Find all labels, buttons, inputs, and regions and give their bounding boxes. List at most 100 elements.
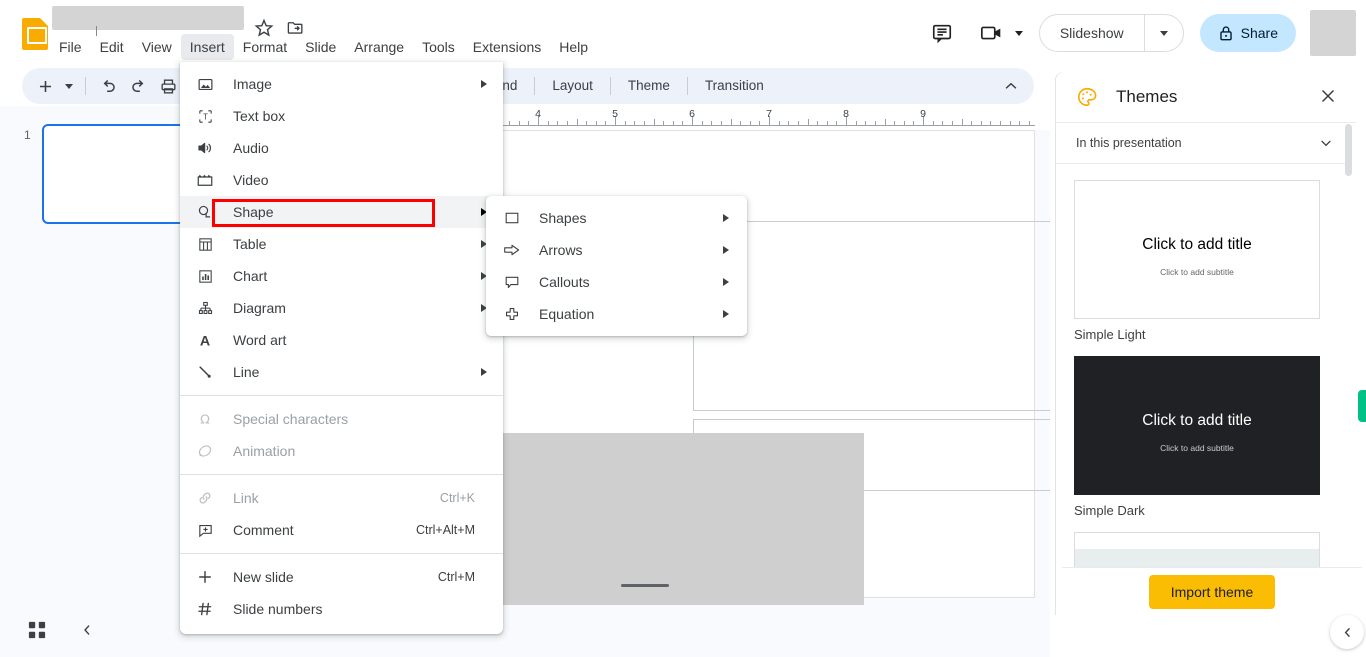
menu-item-new-slide[interactable]: New slide Ctrl+M [180,561,503,593]
close-icon[interactable] [1318,86,1340,108]
submenu-arrow-icon [723,278,729,286]
menu-item-slide-numbers[interactable]: Slide numbers [180,593,503,625]
menu-item-video[interactable]: Video [180,164,503,196]
comment-history-icon[interactable] [923,14,961,52]
theme-thumbnail[interactable]: Click to add title Click to add subtitle [1074,180,1320,319]
menu-item-image[interactable]: Image [180,68,503,100]
menu-slide[interactable]: Slide [296,34,345,60]
submenu-item-equation[interactable]: Equation [486,298,747,330]
menu-file[interactable]: File [50,34,91,60]
document-title-input[interactable] [52,6,244,30]
menu-item-label: Slide numbers [233,601,323,617]
menu-item-animation[interactable]: Animation [180,435,503,467]
menu-item-line[interactable]: Line [180,356,503,388]
ruler-tick [702,121,703,125]
submenu-item-callouts[interactable]: Callouts [486,266,747,298]
menu-format[interactable]: Format [234,34,296,60]
shape-submenu: Shapes Arrows Callouts Equation [486,196,747,336]
ruler-tick [528,121,529,125]
svg-text:Ω: Ω [200,413,210,428]
theme-item-simple-light[interactable]: Click to add title Click to add subtitle… [1074,180,1320,342]
redo-button[interactable] [123,71,153,101]
menu-arrange[interactable]: Arrange [345,34,413,60]
menu-item-label: Video [233,172,269,188]
menu-help[interactable]: Help [550,34,597,60]
ruler-tick [548,121,549,125]
textbox-icon: T [194,105,216,127]
add-comment-icon [194,519,216,541]
themes-card: Themes In this presentation Click to add… [1056,72,1362,615]
menu-tools[interactable]: Tools [413,34,464,60]
submenu-arrow-icon [481,80,487,88]
menu-item-table[interactable]: Table [180,228,503,260]
svg-text:A: A [200,333,210,349]
menu-item-word-art[interactable]: A Word art [180,324,503,356]
theme-name-label: Simple Light [1074,327,1146,342]
toolbar-transition-button[interactable]: Transition [695,71,774,101]
menu-item-link[interactable]: Link Ctrl+K [180,482,503,514]
grid-view-icon[interactable] [24,617,50,643]
toolbar-theme-button[interactable]: Theme [618,71,680,101]
toolbar-layout-button[interactable]: Layout [542,71,603,101]
import-theme-button[interactable]: Import theme [1148,574,1276,609]
submenu-item-shapes[interactable]: Shapes [486,202,747,234]
share-button[interactable]: Share [1199,14,1296,52]
ruler-tick [913,121,914,125]
video-camera-icon[interactable] [973,14,1011,52]
menu-separator [180,553,503,554]
menu-extensions[interactable]: Extensions [464,34,550,60]
collapse-right-panel-button[interactable] [1330,615,1364,649]
menu-view[interactable]: View [133,34,181,60]
meet-button[interactable] [973,14,1023,52]
menu-item-shape[interactable]: Shape [180,196,503,228]
submenu-item-arrows[interactable]: Arrows [486,234,747,266]
image-icon [194,73,216,95]
ruler-tick [933,121,934,125]
menu-separator [180,395,503,396]
divider [85,77,86,95]
menu-item-label: Audio [233,140,269,156]
menu-item-comment[interactable]: Comment Ctrl+Alt+M [180,514,503,546]
menu-item-label: Line [233,364,260,380]
chevron-down-icon[interactable] [1014,30,1023,36]
slideshow-button[interactable]: Slideshow [1040,15,1144,51]
ruler-tick [962,119,963,125]
menu-item-text-box[interactable]: T Text box [180,100,503,132]
canvas-resize-handle[interactable] [621,584,669,587]
slideshow-options-button[interactable] [1145,15,1183,51]
ruler-tick [519,121,520,125]
menu-insert[interactable]: Insert [180,34,234,60]
ruler-tick [586,121,587,125]
audio-icon [194,137,216,159]
menu-item-audio[interactable]: Audio [180,132,503,164]
side-accent-tab[interactable] [1358,390,1366,422]
ruler-tick [971,121,972,125]
menu-item-chart[interactable]: Chart [180,260,503,292]
ruler-tick-label: 4 [535,108,541,120]
divider [686,77,688,95]
theme-thumb-topbar [1075,533,1319,549]
collapse-toolbar-button[interactable] [1002,77,1020,95]
new-slide-dropdown[interactable] [60,71,78,101]
submenu-arrow-icon [481,368,487,376]
undo-button[interactable] [93,71,123,101]
slide-thumbnail-1[interactable] [42,124,202,224]
ruler-tick [577,119,578,125]
hash-icon [194,598,216,620]
collapse-filmstrip-button[interactable] [74,617,100,643]
new-slide-button[interactable] [30,71,60,101]
menu-item-diagram[interactable]: Diagram [180,292,503,324]
ruler-tick [885,119,886,125]
themes-panel-scrollbar[interactable] [1345,124,1352,176]
menu-edit[interactable]: Edit [91,34,133,60]
theme-item-simple-dark[interactable]: Click to add title Click to add subtitle… [1074,356,1320,518]
ruler-tick [567,121,568,125]
print-button[interactable] [153,71,183,101]
menu-item-special-characters[interactable]: Ω Special characters [180,403,503,435]
ruler-tick [904,121,905,125]
avatar[interactable] [1310,10,1356,56]
theme-source-select[interactable]: In this presentation [1056,123,1356,163]
ruler-tick [894,121,895,125]
menu-item-label: Chart [233,268,268,284]
theme-thumbnail[interactable]: Click to add title Click to add subtitle [1074,356,1320,495]
